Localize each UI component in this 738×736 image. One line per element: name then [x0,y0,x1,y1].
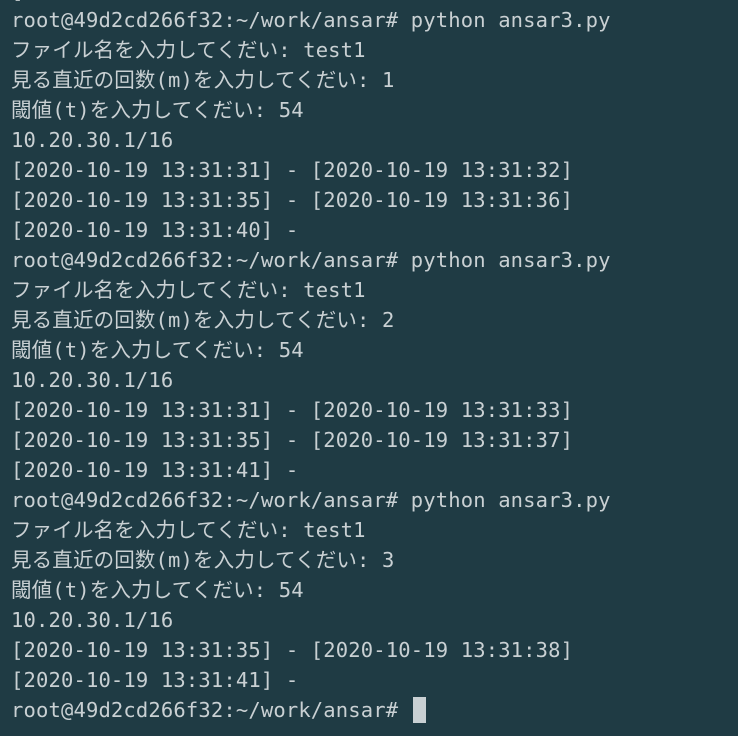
terminal-window[interactable]: [ root@49d2cd266f32:~/work/ansar# python… [0,0,738,736]
terminal-line: [2020-10-19 13:31:41] - [11,668,299,692]
terminal-line: ファイル名を入力してくだい: test1 [11,518,366,542]
terminal-line: root@49d2cd266f32:~/work/ansar# python a… [11,8,611,32]
terminal-output: root@49d2cd266f32:~/work/ansar# python a… [11,5,738,725]
terminal-line: 見る直近の回数(m)を入力してくだい: 3 [11,548,395,572]
terminal-line: [2020-10-19 13:31:41] - [11,458,299,482]
terminal-line: [2020-10-19 13:31:35] - [2020-10-19 13:3… [11,638,574,662]
prompt-line[interactable]: root@49d2cd266f32:~/work/ansar# [11,695,738,725]
terminal-line: [2020-10-19 13:31:40] - [11,218,299,242]
terminal-line: [2020-10-19 13:31:31] - [2020-10-19 13:3… [11,398,574,422]
terminal-line: 見る直近の回数(m)を入力してくだい: 1 [11,68,395,92]
terminal-line: 10.20.30.1/16 [11,368,174,392]
terminal-line: [2020-10-19 13:31:35] - [2020-10-19 13:3… [11,428,574,452]
terminal-line: ファイル名を入力してくだい: test1 [11,38,366,62]
terminal-line: 見る直近の回数(m)を入力してくだい: 2 [11,308,395,332]
terminal-line: root@49d2cd266f32:~/work/ansar# python a… [11,248,611,272]
terminal-line: 閾値(t)を入力してくだい: 54 [11,98,304,122]
terminal-line: root@49d2cd266f32:~/work/ansar# python a… [11,488,611,512]
terminal-line: 閾値(t)を入力してくだい: 54 [11,338,304,362]
terminal-line: 10.20.30.1/16 [11,608,174,632]
shell-prompt: root@49d2cd266f32:~/work/ansar# [11,698,411,722]
text-cursor [412,697,426,723]
terminal-line: 10.20.30.1/16 [11,128,174,152]
terminal-line: [2020-10-19 13:31:35] - [2020-10-19 13:3… [11,188,574,212]
terminal-line: [2020-10-19 13:31:31] - [2020-10-19 13:3… [11,158,574,182]
terminal-line: 閾値(t)を入力してくだい: 54 [11,578,304,602]
terminal-line: ファイル名を入力してくだい: test1 [11,278,366,302]
